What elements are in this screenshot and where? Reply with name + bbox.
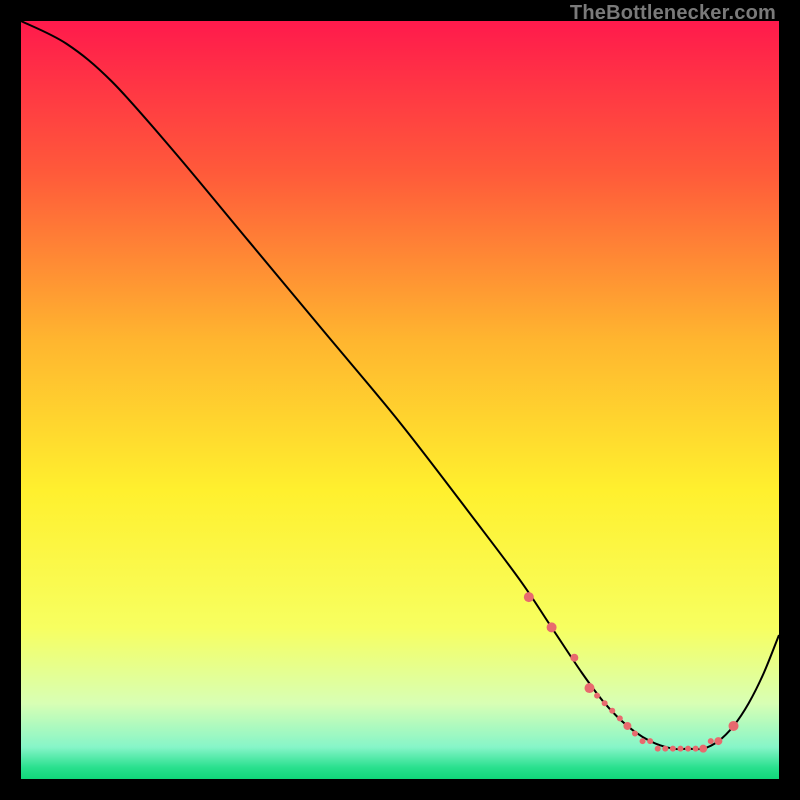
- marker-dot: [602, 700, 608, 706]
- bottleneck-chart: [21, 21, 779, 779]
- gradient-bg: [21, 21, 779, 779]
- marker-dot: [609, 708, 615, 714]
- marker-dot: [729, 721, 739, 731]
- marker-dot: [708, 738, 714, 744]
- marker-dot: [647, 738, 653, 744]
- marker-dot: [585, 683, 595, 693]
- marker-dot: [623, 722, 631, 730]
- marker-dot: [693, 746, 699, 752]
- marker-dot: [570, 654, 578, 662]
- marker-dot: [632, 731, 638, 737]
- marker-dot: [640, 738, 646, 744]
- marker-dot: [685, 746, 691, 752]
- marker-dot: [617, 715, 623, 721]
- marker-dot: [670, 746, 676, 752]
- marker-dot: [677, 746, 683, 752]
- marker-dot: [547, 622, 557, 632]
- marker-dot: [699, 745, 707, 753]
- marker-dot: [662, 746, 668, 752]
- marker-dot: [655, 746, 661, 752]
- marker-dot: [714, 737, 722, 745]
- chart-frame: [21, 21, 779, 779]
- marker-dot: [524, 592, 534, 602]
- marker-dot: [594, 693, 600, 699]
